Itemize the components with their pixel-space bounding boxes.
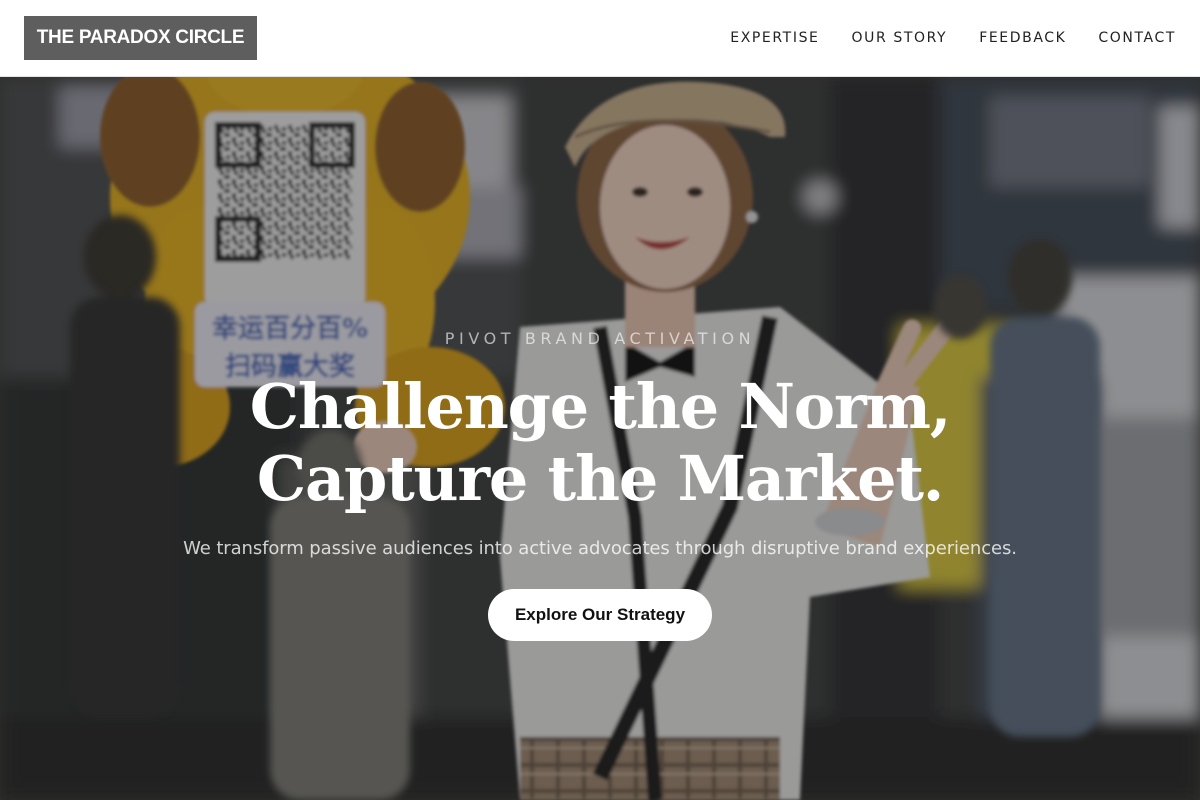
hero-headline: Challenge the Norm, Capture the Market. (0, 371, 1200, 515)
hero-eyebrow: PIVOT BRAND ACTIVATION (444, 329, 756, 348)
headline-line-2: Capture the Market. (256, 442, 945, 515)
hero-subtext: We transform passive audiences into acti… (183, 538, 1017, 559)
brand-logo[interactable]: THE PARADOX CIRCLE (24, 16, 257, 60)
hero-content: PIVOT BRAND ACTIVATION Challenge the Nor… (0, 77, 1200, 800)
nav-our-story[interactable]: OUR STORY (852, 30, 948, 46)
headline-line-1: Challenge the Norm, (249, 370, 952, 443)
site-header: THE PARADOX CIRCLE EXPERTISE OUR STORY F… (0, 0, 1200, 77)
nav-contact[interactable]: CONTACT (1098, 30, 1176, 46)
nav-feedback[interactable]: FEEDBACK (979, 30, 1066, 46)
hero-section: 幸运百分百% 扫码赢大奖 PIVOT BRAND ACTIVATION Chal… (0, 77, 1200, 800)
main-nav: EXPERTISE OUR STORY FEEDBACK CONTACT (730, 0, 1176, 76)
nav-expertise[interactable]: EXPERTISE (730, 30, 819, 46)
explore-strategy-button[interactable]: Explore Our Strategy (488, 589, 712, 641)
